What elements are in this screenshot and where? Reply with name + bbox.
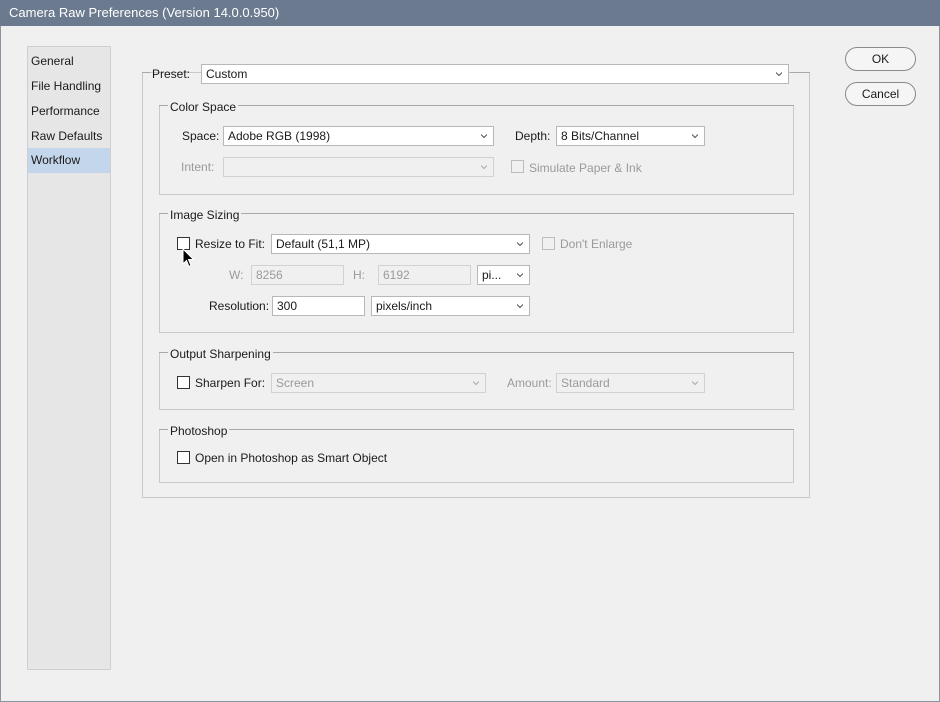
color-space-frame-top: [159, 105, 794, 106]
color-space-group: [159, 105, 794, 195]
preset-label: Preset:: [152, 67, 191, 81]
preset-value: Custom: [206, 67, 248, 81]
intent-label: Intent:: [181, 160, 215, 174]
size-unit-dropdown[interactable]: pi...: [477, 265, 530, 285]
simulate-paper-checkbox[interactable]: [511, 160, 524, 173]
cancel-button[interactable]: Cancel: [845, 82, 916, 106]
depth-label: Depth:: [515, 129, 551, 143]
chevron-down-icon: [517, 273, 523, 278]
width-label: W:: [229, 268, 244, 282]
sidebar-item-performance[interactable]: Performance: [28, 99, 110, 124]
sidebar-item-general[interactable]: General: [28, 49, 110, 74]
resize-to-fit-value: Default (51,1 MP): [276, 237, 371, 251]
preset-dropdown[interactable]: Custom: [201, 64, 789, 84]
depth-dropdown[interactable]: 8 Bits/Channel: [556, 126, 705, 146]
intent-dropdown[interactable]: [223, 157, 494, 177]
height-input[interactable]: 6192: [378, 265, 471, 285]
size-unit-value: pi...: [482, 268, 502, 282]
chevron-down-icon: [776, 72, 782, 77]
amount-label: Amount:: [507, 376, 552, 390]
smart-object-checkbox[interactable]: [177, 451, 190, 464]
depth-value: 8 Bits/Channel: [561, 129, 640, 143]
height-label: H:: [353, 268, 365, 282]
chevron-down-icon: [692, 134, 698, 139]
amount-dropdown[interactable]: Standard: [556, 373, 705, 393]
ok-button[interactable]: OK: [845, 47, 916, 71]
chevron-down-icon: [692, 381, 698, 386]
preset-frame-top-right: [790, 72, 810, 73]
output-sharpening-title: Output Sharpening: [168, 347, 273, 361]
sidebar-item-file-handling[interactable]: File Handling: [28, 74, 110, 99]
width-input[interactable]: 8256: [251, 265, 344, 285]
resize-to-fit-label: Resize to Fit:: [195, 237, 266, 251]
resolution-label: Resolution:: [209, 299, 270, 313]
space-value: Adobe RGB (1998): [228, 129, 331, 143]
resolution-input[interactable]: 300: [272, 296, 365, 316]
chevron-down-icon: [481, 165, 487, 170]
resize-to-fit-dropdown[interactable]: Default (51,1 MP): [271, 234, 530, 254]
space-label: Space:: [182, 129, 220, 143]
window-title: Camera Raw Preferences (Version 14.0.0.9…: [0, 0, 940, 26]
chevron-down-icon: [517, 304, 523, 309]
chevron-down-icon: [517, 242, 523, 247]
sidebar: General File Handling Performance Raw De…: [27, 46, 111, 670]
sharpen-for-label: Sharpen For:: [195, 376, 266, 390]
resolution-unit-dropdown[interactable]: pixels/inch: [371, 296, 530, 316]
space-dropdown[interactable]: Adobe RGB (1998): [223, 126, 494, 146]
sharpen-for-value: Screen: [276, 376, 315, 390]
image-sizing-title: Image Sizing: [168, 208, 242, 222]
sidebar-item-raw-defaults[interactable]: Raw Defaults: [28, 124, 110, 149]
dialog-body: General File Handling Performance Raw De…: [0, 26, 940, 702]
preset-frame-top-left: [142, 72, 150, 73]
amount-value: Standard: [561, 376, 610, 390]
resolution-unit-value: pixels/inch: [376, 299, 433, 313]
image-sizing-frame-top: [159, 213, 794, 214]
sharpen-for-dropdown[interactable]: Screen: [271, 373, 486, 393]
mouse-cursor-icon: [182, 248, 195, 268]
simulate-paper-label: Simulate Paper & Ink: [529, 161, 642, 175]
dont-enlarge-label: Don't Enlarge: [560, 237, 633, 251]
photoshop-title: Photoshop: [168, 424, 230, 438]
chevron-down-icon: [473, 381, 479, 386]
color-space-title: Color Space: [168, 100, 239, 114]
sharpen-for-checkbox[interactable]: [177, 376, 190, 389]
chevron-down-icon: [481, 134, 487, 139]
sidebar-item-workflow[interactable]: Workflow: [28, 148, 110, 173]
smart-object-label: Open in Photoshop as Smart Object: [195, 451, 388, 465]
photoshop-frame-top: [159, 429, 794, 430]
dont-enlarge-checkbox[interactable]: [542, 237, 555, 250]
